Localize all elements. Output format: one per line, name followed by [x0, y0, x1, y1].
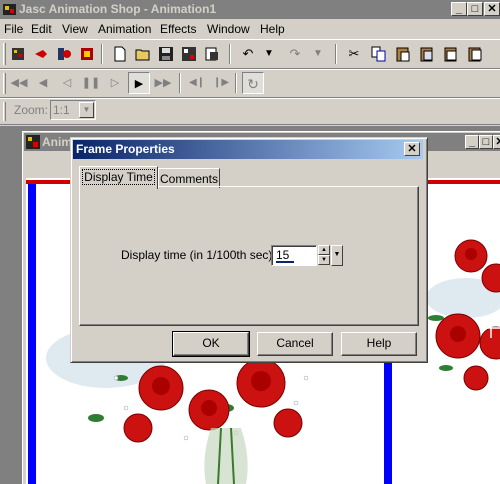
menu-file[interactable]: File	[4, 22, 23, 36]
first-frame-icon[interactable]: ◀◀	[8, 72, 30, 94]
app-icon	[2, 2, 17, 17]
tab-comments-label: Comments	[159, 172, 218, 186]
tab-comments[interactable]: Comments	[158, 168, 220, 188]
pause-icon[interactable]: ❚❚	[80, 72, 102, 94]
animation-maximize-button[interactable]: □	[479, 135, 493, 149]
display-time-label: Display time (in 1/100th sec):	[121, 248, 276, 262]
play-icon[interactable]: ▶	[128, 72, 150, 94]
save-icon[interactable]	[155, 43, 177, 65]
animation-minimize-button[interactable]: _	[465, 135, 479, 149]
menu-effects[interactable]: Effects	[160, 22, 196, 36]
frame-properties-icon[interactable]	[178, 43, 200, 65]
chevron-down-icon[interactable]: ▼	[79, 102, 94, 118]
cancel-button[interactable]: Cancel	[257, 332, 333, 356]
app-title: Jasc Animation Shop - Animation1	[19, 2, 217, 16]
loop-icon[interactable]: ↻	[242, 72, 264, 94]
minimize-button[interactable]: _	[451, 2, 467, 16]
zoom-select[interactable]: 1:1 ▼	[50, 100, 96, 120]
animation-icon	[26, 135, 40, 149]
display-time-value: 15	[276, 248, 290, 262]
banner-wizard-icon[interactable]	[30, 43, 52, 65]
menu-view[interactable]: View	[62, 22, 88, 36]
toolbar-separator	[235, 73, 237, 93]
animation-close-button[interactable]: ✕	[493, 135, 500, 149]
view-next-icon[interactable]: ❙▶	[210, 72, 232, 94]
undo-dropdown-icon[interactable]: ▼	[258, 43, 280, 65]
maximize-button[interactable]: □	[467, 2, 483, 16]
undo-icon[interactable]: ↶	[237, 43, 259, 65]
menu-window[interactable]: Window	[207, 22, 250, 36]
display-time-input[interactable]: 15	[271, 245, 317, 266]
view-previous-icon[interactable]: ◀❙	[186, 72, 208, 94]
paste-after-icon[interactable]	[464, 43, 486, 65]
spin-down-icon[interactable]: ▼	[318, 255, 330, 265]
menu-animation[interactable]: Animation	[98, 22, 151, 36]
video-wizard-icon[interactable]	[76, 43, 98, 65]
menu-help[interactable]: Help	[260, 22, 285, 36]
app-titlebar: Jasc Animation Shop - Animation1 _ □ ✕	[0, 0, 500, 19]
optimize-icon[interactable]	[201, 43, 223, 65]
display-time-spinner[interactable]: ▲ ▼	[318, 245, 330, 266]
optimization-wizard-icon[interactable]	[53, 43, 75, 65]
animation-wizard-icon[interactable]	[7, 43, 29, 65]
zoom-value: 1:1	[53, 103, 70, 117]
toolbar-separator	[335, 44, 337, 64]
paste-before-icon[interactable]	[440, 43, 462, 65]
dialog-titlebar[interactable]: Frame Properties ✕	[73, 140, 423, 159]
help-button[interactable]: Help	[341, 332, 417, 356]
slider-popup-icon[interactable]: ▼	[331, 245, 343, 266]
toolbar-separator	[179, 73, 181, 93]
text-cursor	[276, 261, 294, 263]
open-folder-icon[interactable]	[132, 43, 154, 65]
step-back-icon[interactable]: ◁	[56, 72, 78, 94]
copy-icon[interactable]	[368, 43, 390, 65]
toolbar-separator	[229, 44, 231, 64]
paste-icon[interactable]	[392, 43, 414, 65]
redo-icon[interactable]: ↷	[284, 43, 306, 65]
zoom-label: Zoom:	[14, 103, 49, 117]
toolbar-separator	[101, 44, 103, 64]
tab-display-time[interactable]: Display Time	[79, 166, 158, 189]
dialog-title: Frame Properties	[76, 142, 175, 156]
menu-bar: File Edit View Animation Effects Window …	[0, 19, 500, 39]
main-toolbar: ↶ ▼ ↷ ▼ ✂	[0, 39, 500, 69]
spin-up-icon[interactable]: ▲	[318, 245, 330, 255]
playback-toolbar: ◀◀ ◀ ◁ ❚❚ ▷ ▶ ▶▶ ◀❙ ❙▶ ↻	[0, 69, 500, 98]
last-frame-icon[interactable]: ▶▶	[152, 72, 174, 94]
cut-icon[interactable]: ✂	[343, 43, 365, 65]
close-button[interactable]: ✕	[484, 2, 500, 16]
toolbar-grip[interactable]	[3, 43, 6, 65]
dialog-close-button[interactable]: ✕	[404, 142, 420, 156]
step-forward-icon[interactable]: ▷	[104, 72, 126, 94]
previous-frame-icon[interactable]: ◀	[32, 72, 54, 94]
menu-edit[interactable]: Edit	[31, 22, 52, 36]
toolbar-grip[interactable]	[3, 102, 6, 121]
tab-display-time-label: Display Time	[82, 169, 155, 185]
toolbar-grip[interactable]	[3, 73, 6, 94]
paste-as-new-icon[interactable]	[416, 43, 438, 65]
ok-button[interactable]: OK	[172, 331, 250, 357]
redo-dropdown-icon[interactable]: ▼	[307, 43, 329, 65]
new-file-icon[interactable]	[109, 43, 131, 65]
